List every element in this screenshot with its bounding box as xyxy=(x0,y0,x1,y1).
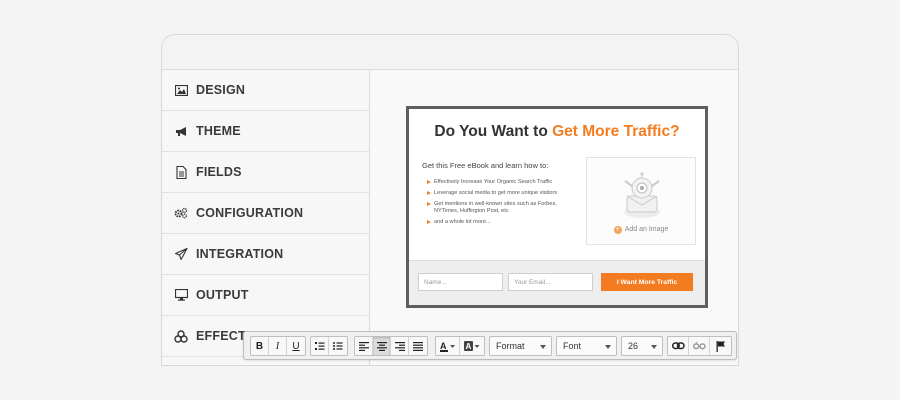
text-color-button[interactable]: A xyxy=(436,337,460,355)
megaphone-icon xyxy=(174,124,188,138)
document-icon xyxy=(174,165,188,179)
sidebar-item-label: CONFIGURATION xyxy=(196,206,304,220)
preview-area: Do You Want to Get More Traffic? Get thi… xyxy=(371,70,738,365)
caret-down-icon xyxy=(605,345,611,349)
optin-footer: Name... Your Email... I Want More Traffi… xyxy=(409,260,705,305)
bullet-text: and a whole lot more... xyxy=(434,219,491,225)
align-center-button[interactable] xyxy=(373,337,391,355)
unlink-icon xyxy=(692,341,706,350)
italic-button[interactable]: I xyxy=(269,337,287,355)
flag-icon xyxy=(716,340,725,352)
svg-text:A: A xyxy=(440,341,447,351)
format-select[interactable]: Format xyxy=(489,336,552,356)
align-left-button[interactable] xyxy=(355,337,373,355)
name-field[interactable]: Name... xyxy=(418,273,503,291)
sidebar-item-integration[interactable]: INTEGRATION xyxy=(162,234,369,275)
title-bar xyxy=(162,35,738,70)
plus-circle-icon: + xyxy=(613,226,622,234)
sidebar-item-theme[interactable]: THEME xyxy=(162,111,369,152)
effects-icon xyxy=(174,329,188,343)
sidebar: DESIGN THEME FIELDS CONFIGURATION INTEGR… xyxy=(162,70,370,365)
image-placeholder[interactable]: + Add an Image xyxy=(586,157,696,245)
svg-text:A: A xyxy=(466,342,472,351)
align-right-icon xyxy=(394,341,405,351)
numbered-list-button[interactable] xyxy=(311,337,329,355)
list-item: and a whole lot more... xyxy=(427,219,579,226)
bullet-text: Effectively Increase Your Organic Search… xyxy=(434,179,553,185)
monitor-icon xyxy=(174,288,188,302)
sidebar-item-label: THEME xyxy=(196,124,241,138)
caret-down-icon xyxy=(540,345,546,349)
unlink-button[interactable] xyxy=(689,337,710,355)
link-icon xyxy=(671,342,685,350)
email-field[interactable]: Your Email... xyxy=(508,273,593,291)
sidebar-item-configuration[interactable]: CONFIGURATION xyxy=(162,193,369,234)
list-item: Leverage social media to get more unique… xyxy=(427,190,579,197)
sidebar-item-output[interactable]: OUTPUT xyxy=(162,275,369,316)
gears-icon xyxy=(174,206,188,220)
sidebar-item-fields[interactable]: FIELDS xyxy=(162,152,369,193)
background-color-icon: A xyxy=(464,340,480,351)
bullet-list-icon xyxy=(333,341,343,350)
paper-plane-icon xyxy=(174,247,188,261)
editor-window: DESIGN THEME FIELDS CONFIGURATION INTEGR… xyxy=(161,34,739,366)
font-select[interactable]: Font xyxy=(556,336,617,356)
bullet-list[interactable]: Effectively Increase Your Organic Search… xyxy=(427,179,579,230)
sidebar-item-design[interactable]: DESIGN xyxy=(162,70,369,111)
align-justify-button[interactable] xyxy=(409,337,427,355)
arrow-bullet-icon xyxy=(427,180,431,184)
sidebar-item-label: OUTPUT xyxy=(196,288,249,302)
add-image-label: Add an Image xyxy=(624,226,669,233)
align-right-button[interactable] xyxy=(391,337,409,355)
headline-plain: Do You Want to xyxy=(434,123,553,140)
align-center-icon xyxy=(376,341,387,351)
caret-down-icon xyxy=(651,345,657,349)
numbered-list-icon xyxy=(314,341,324,350)
alignment-group xyxy=(354,336,428,356)
optin-intro-text[interactable]: Get this Free eBook and learn how to: xyxy=(422,161,548,170)
optin-headline[interactable]: Do You Want to Get More Traffic? xyxy=(409,123,705,141)
bullet-text: Leverage social media to get more unique… xyxy=(434,190,558,196)
anchor-flag-button[interactable] xyxy=(710,337,731,355)
arrow-bullet-icon xyxy=(427,220,431,224)
align-left-icon xyxy=(358,341,369,351)
sidebar-item-label: DESIGN xyxy=(196,83,246,97)
text-style-group: B I U xyxy=(250,336,306,356)
format-select-value: Format xyxy=(496,341,525,351)
list-item: Effectively Increase Your Organic Search… xyxy=(427,179,579,186)
color-group: A A xyxy=(435,336,485,356)
insert-link-button[interactable] xyxy=(668,337,689,355)
optin-form-preview[interactable]: Do You Want to Get More Traffic? Get thi… xyxy=(406,106,708,308)
list-item: Get mentions in well-known sites such as… xyxy=(427,201,579,215)
list-group xyxy=(310,336,348,356)
arrow-bullet-icon xyxy=(427,191,431,195)
robot-mascot-icon xyxy=(624,172,660,218)
submit-button[interactable]: I Want More Traffic xyxy=(601,273,693,291)
font-select-value: Font xyxy=(563,341,582,351)
text-color-icon: A xyxy=(439,341,455,352)
bullet-text: Get mentions in well-known sites such as… xyxy=(434,201,557,214)
link-group xyxy=(667,336,732,356)
underline-button[interactable]: U xyxy=(287,337,305,355)
sidebar-item-label: INTEGRATION xyxy=(196,247,284,261)
font-size-value: 26 xyxy=(628,341,639,351)
align-justify-icon xyxy=(413,341,423,351)
bold-button[interactable]: B xyxy=(251,337,269,355)
image-icon xyxy=(174,83,188,97)
headline-accent: Get More Traffic? xyxy=(552,123,680,140)
background-color-button[interactable]: A xyxy=(460,337,484,355)
arrow-bullet-icon xyxy=(427,202,431,206)
add-image-link[interactable]: + Add an Image xyxy=(587,226,695,234)
font-size-select[interactable]: 26 xyxy=(621,336,663,356)
sidebar-item-label: FIELDS xyxy=(196,165,242,179)
text-format-toolbar: B I U A A Format Font 26 xyxy=(243,331,737,360)
bullet-list-button[interactable] xyxy=(329,337,347,355)
